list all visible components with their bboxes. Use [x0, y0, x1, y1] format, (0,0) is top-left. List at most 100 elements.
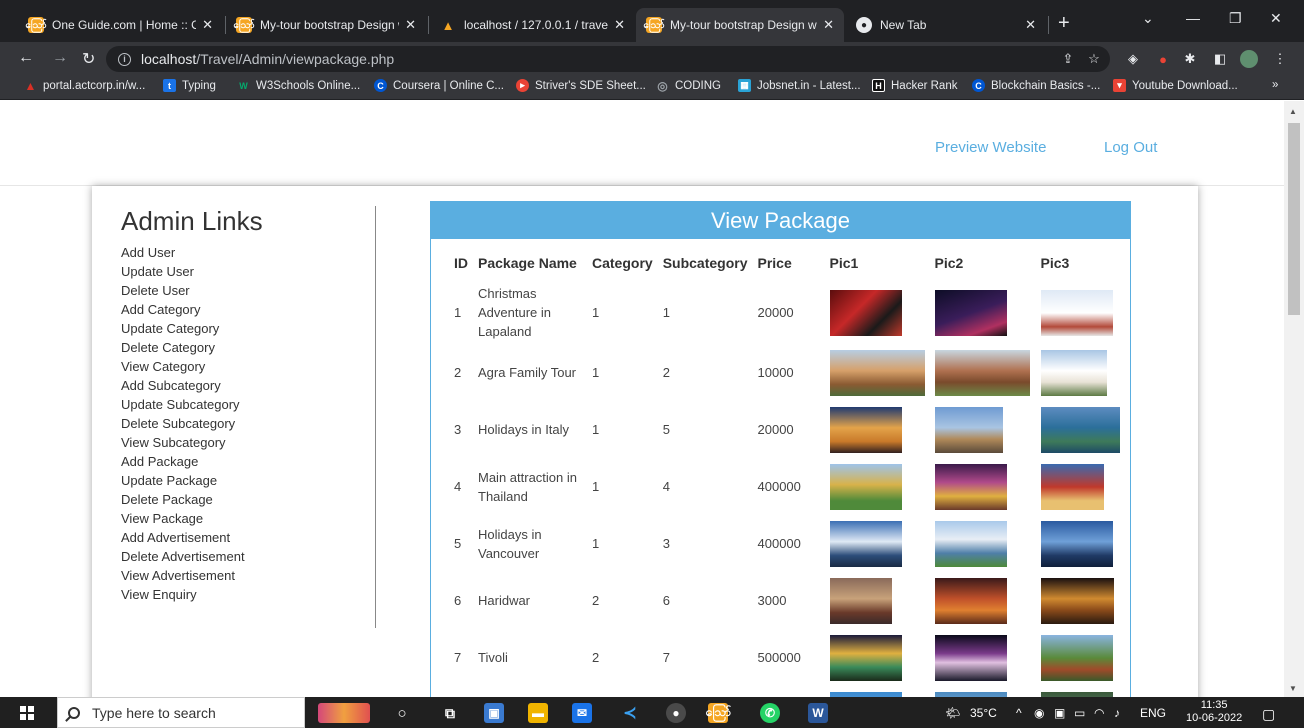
tab-3[interactable]: ▲ localhost / 127.0.0.1 / travel / ✕ [430, 8, 635, 42]
scroll-down-icon[interactable]: ▼ [1289, 684, 1297, 693]
bookmark-item[interactable]: ▾ Youtube Download... [1113, 79, 1238, 92]
close-tab-icon[interactable]: ✕ [614, 17, 625, 33]
bookmark-item[interactable]: C Blockchain Basics -... [972, 79, 1100, 92]
share-icon[interactable]: ⇪ [1060, 51, 1076, 67]
minimize-button[interactable]: — [1186, 10, 1200, 26]
tray-overflow-icon[interactable]: ^ [1016, 706, 1022, 720]
page-scrollbar[interactable]: ▲ ▼ [1284, 101, 1304, 697]
cell-category: 1 [592, 365, 600, 380]
whatsapp-icon[interactable]: ✆ [760, 703, 780, 723]
close-window-button[interactable]: ✕ [1270, 10, 1282, 27]
sidebar-link-add-advertisement[interactable]: Add Advertisement [121, 528, 375, 547]
weather-icon[interactable]: 🌤 [945, 706, 960, 720]
close-tab-icon[interactable]: ✕ [1025, 17, 1036, 33]
address-bar[interactable]: i localhost /Travel/Admin/viewpackage.ph… [106, 46, 1110, 72]
profile-avatar[interactable] [1240, 50, 1258, 68]
sidebar-link-delete-advertisement[interactable]: Delete Advertisement [121, 547, 375, 566]
close-tab-icon[interactable]: ✕ [405, 17, 416, 33]
sidebar-link-view-subcategory[interactable]: View Subcategory [121, 433, 375, 452]
bookmark-item[interactable]: ▦ Jobsnet.in - Latest... [738, 79, 861, 92]
bookmark-item[interactable]: W W3Schools Online... [237, 79, 360, 92]
bookmark-icon: ▸ [516, 79, 529, 92]
file-explorer-icon[interactable]: ▬ [528, 703, 548, 723]
bookmark-item[interactable]: ◎ CODING [656, 79, 721, 93]
chrome-icon: ● [856, 17, 872, 33]
tab-1[interactable]: ဪ One Guide.com | Home :: On ✕ [18, 8, 223, 42]
logout-link[interactable]: Log Out [1104, 139, 1157, 156]
cell-price: 500000 [757, 650, 801, 665]
bookmark-item[interactable]: ▸ Striver's SDE Sheet... [516, 79, 646, 92]
scrollbar-thumb[interactable] [1288, 123, 1300, 315]
mail-icon[interactable]: ✉ [572, 703, 592, 723]
volume-icon[interactable]: ♪ [1114, 706, 1120, 720]
extension-shield-icon[interactable]: ◈ [1125, 51, 1141, 67]
forward-icon[interactable]: → [52, 49, 68, 67]
menu-icon[interactable]: ⋮ [1272, 51, 1288, 67]
tab-search-icon[interactable]: ⌄ [1142, 10, 1154, 27]
bookmark-item[interactable]: t Typing [163, 79, 216, 92]
bookmark-label: W3Schools Online... [256, 79, 361, 92]
cell-price: 20000 [757, 305, 794, 320]
store-icon[interactable]: ▣ [484, 703, 504, 723]
sidebar-link-view-category[interactable]: View Category [121, 357, 375, 376]
sidebar-link-delete-subcategory[interactable]: Delete Subcategory [121, 414, 375, 433]
sidebar-link-add-subcategory[interactable]: Add Subcategory [121, 376, 375, 395]
windows-start-icon[interactable] [20, 706, 34, 720]
cell-package-name: Tivoli [478, 650, 508, 665]
sidebar-link-update-user[interactable]: Update User [121, 262, 375, 281]
task-view-icon[interactable]: ⧉ [440, 703, 460, 723]
sidebar-link-delete-package[interactable]: Delete Package [121, 490, 375, 509]
bookmark-label: portal.actcorp.in/w... [43, 79, 146, 92]
sidebar-link-view-enquiry[interactable]: View Enquiry [121, 585, 375, 604]
notifications-icon[interactable]: ▢ [1262, 706, 1275, 723]
bookmark-item[interactable]: ▲ portal.actcorp.in/w... [24, 79, 146, 93]
tab-2[interactable]: ဪ My-tour bootstrap Design w ✕ [226, 8, 426, 42]
bookmark-star-icon[interactable]: ☆ [1086, 51, 1102, 67]
news-widget-icon[interactable] [318, 703, 370, 723]
reload-icon[interactable]: ↻ [82, 49, 95, 69]
side-panel-icon[interactable]: ◧ [1212, 51, 1228, 67]
cortana-icon[interactable]: ○ [392, 703, 412, 723]
site-info-icon[interactable]: i [118, 52, 131, 66]
more-bookmarks-icon[interactable]: » [1272, 79, 1278, 91]
sidebar-link-update-category[interactable]: Update Category [121, 319, 375, 338]
taskbar-search-box[interactable]: Type here to search [57, 697, 305, 728]
language-indicator[interactable]: ENG [1140, 706, 1166, 720]
preview-website-link[interactable]: Preview Website [935, 139, 1046, 156]
sidebar-link-add-category[interactable]: Add Category [121, 300, 375, 319]
weather-temp[interactable]: 35°C [970, 706, 997, 720]
tab-title: My-tour bootstrap Design w [670, 18, 817, 32]
tab-4-active[interactable]: ဪ My-tour bootstrap Design w ✕ [636, 8, 844, 42]
sidebar-link-delete-user[interactable]: Delete User [121, 281, 375, 300]
bookmark-item[interactable]: C Coursera | Online C... [374, 79, 504, 92]
tab-5[interactable]: ● New Tab ✕ [846, 8, 1046, 42]
restore-button[interactable]: ❐ [1229, 10, 1242, 27]
close-tab-icon[interactable]: ✕ [202, 17, 213, 33]
sidebar-link-add-package[interactable]: Add Package [121, 452, 375, 471]
cell-subcategory: 7 [662, 650, 670, 665]
cell-price: 3000 [757, 593, 787, 608]
clock[interactable]: 11:35 10-06-2022 [1186, 699, 1242, 725]
tray-app-icon[interactable]: ▣ [1054, 706, 1065, 720]
scroll-up-icon[interactable]: ▲ [1289, 107, 1297, 116]
extension-icon[interactable]: ● [1155, 51, 1171, 67]
close-tab-icon[interactable]: ✕ [823, 17, 834, 33]
chrome-taskbar-icon[interactable]: ● [666, 703, 686, 723]
sidebar-link-view-package[interactable]: View Package [121, 509, 375, 528]
sidebar-link-update-package[interactable]: Update Package [121, 471, 375, 490]
battery-icon[interactable]: ▭ [1074, 706, 1085, 720]
wifi-icon[interactable]: ◠ [1094, 706, 1104, 720]
sidebar-link-add-user[interactable]: Add User [121, 243, 375, 262]
sidebar-link-view-advertisement[interactable]: View Advertisement [121, 566, 375, 585]
word-icon[interactable]: W [808, 703, 828, 723]
extensions-puzzle-icon[interactable]: ✱ [1182, 51, 1198, 67]
vscode-icon[interactable]: ≺ [620, 703, 640, 723]
bookmark-item[interactable]: H Hacker Rank [872, 79, 957, 92]
cell-id: 4 [454, 479, 462, 494]
tray-app-icon[interactable]: ◉ [1034, 706, 1044, 720]
xampp-taskbar-icon[interactable]: ဪ [705, 703, 731, 723]
back-icon[interactable]: ← [18, 49, 34, 67]
sidebar-link-update-subcategory[interactable]: Update Subcategory [121, 395, 375, 414]
sidebar-link-delete-category[interactable]: Delete Category [121, 338, 375, 357]
new-tab-button[interactable]: + [1058, 12, 1070, 35]
